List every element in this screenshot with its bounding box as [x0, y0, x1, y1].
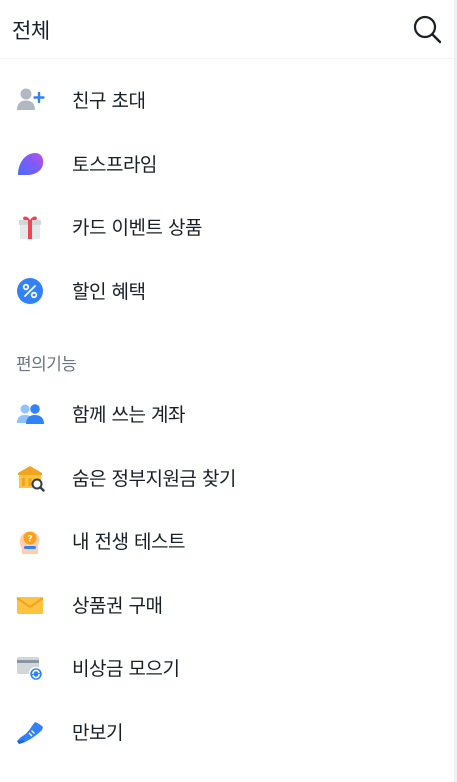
menu-item-government-subsidy[interactable]: 숨은 정부지원금 찾기 [0, 446, 457, 510]
menu-item-invite-friends[interactable]: 친구 초대 [0, 68, 457, 132]
svg-text:?: ? [27, 535, 32, 545]
menu-item-card-event-products[interactable]: 카드 이벤트 상품 [0, 195, 457, 259]
menu-item-label: 할인 혜택 [72, 280, 146, 303]
add-friend-icon [17, 88, 45, 110]
menu-item-label: 카드 이벤트 상품 [72, 217, 202, 239]
page-title: 전체 [12, 19, 50, 43]
past-life-test-icon: ? [19, 531, 40, 554]
menu-item-label: 상품권 구매 [72, 594, 163, 617]
menu-item-label: 비상금 모으기 [72, 658, 180, 680]
menu-item-label: 토스프라임 [72, 153, 157, 176]
menu-item-label: 친구 초대 [72, 90, 146, 112]
menu-item-label: 함께 쓰는 계좌 [72, 404, 185, 426]
gift-box-icon [19, 216, 41, 239]
menu-item-toss-prime[interactable]: 토스프라임 [0, 132, 457, 196]
header: 전체 [0, 0, 457, 59]
emergency-fund-icon [17, 657, 44, 682]
menu-item-gift-card-purchase[interactable]: 상품권 구매 [0, 573, 457, 637]
government-subsidy-icon [18, 465, 45, 492]
section-title: 편의기능 [16, 355, 77, 375]
pedometer-icon [17, 721, 43, 744]
menu-item-label: 만보기 [72, 721, 123, 744]
search-icon [413, 15, 442, 44]
menu-item-discount-benefits[interactable]: 할인 혜택 [0, 259, 457, 323]
shared-account-icon [17, 404, 44, 424]
gift-card-icon [16, 596, 44, 614]
menu-list: 친구 초대 토스프라임 카드 이벤트 상품 할인 혜택 편의기능 함께 쓰는 계… [0, 68, 457, 763]
menu-item-pedometer[interactable]: 만보기 [0, 700, 457, 764]
menu-item-label: 숨은 정부지원금 찾기 [72, 467, 236, 490]
menu-item-emergency-fund[interactable]: 비상금 모으기 [0, 636, 457, 700]
menu-item-past-life-test[interactable]: ? 내 전생 테스트 [0, 509, 457, 573]
section-header-convenience: 편의기능 [0, 322, 457, 382]
percent-badge-icon [17, 277, 43, 304]
menu-item-shared-account[interactable]: 함께 쓰는 계좌 [0, 382, 457, 446]
toss-prime-icon [18, 152, 44, 175]
search-button[interactable] [411, 13, 443, 45]
menu-item-label: 내 전생 테스트 [72, 531, 185, 553]
